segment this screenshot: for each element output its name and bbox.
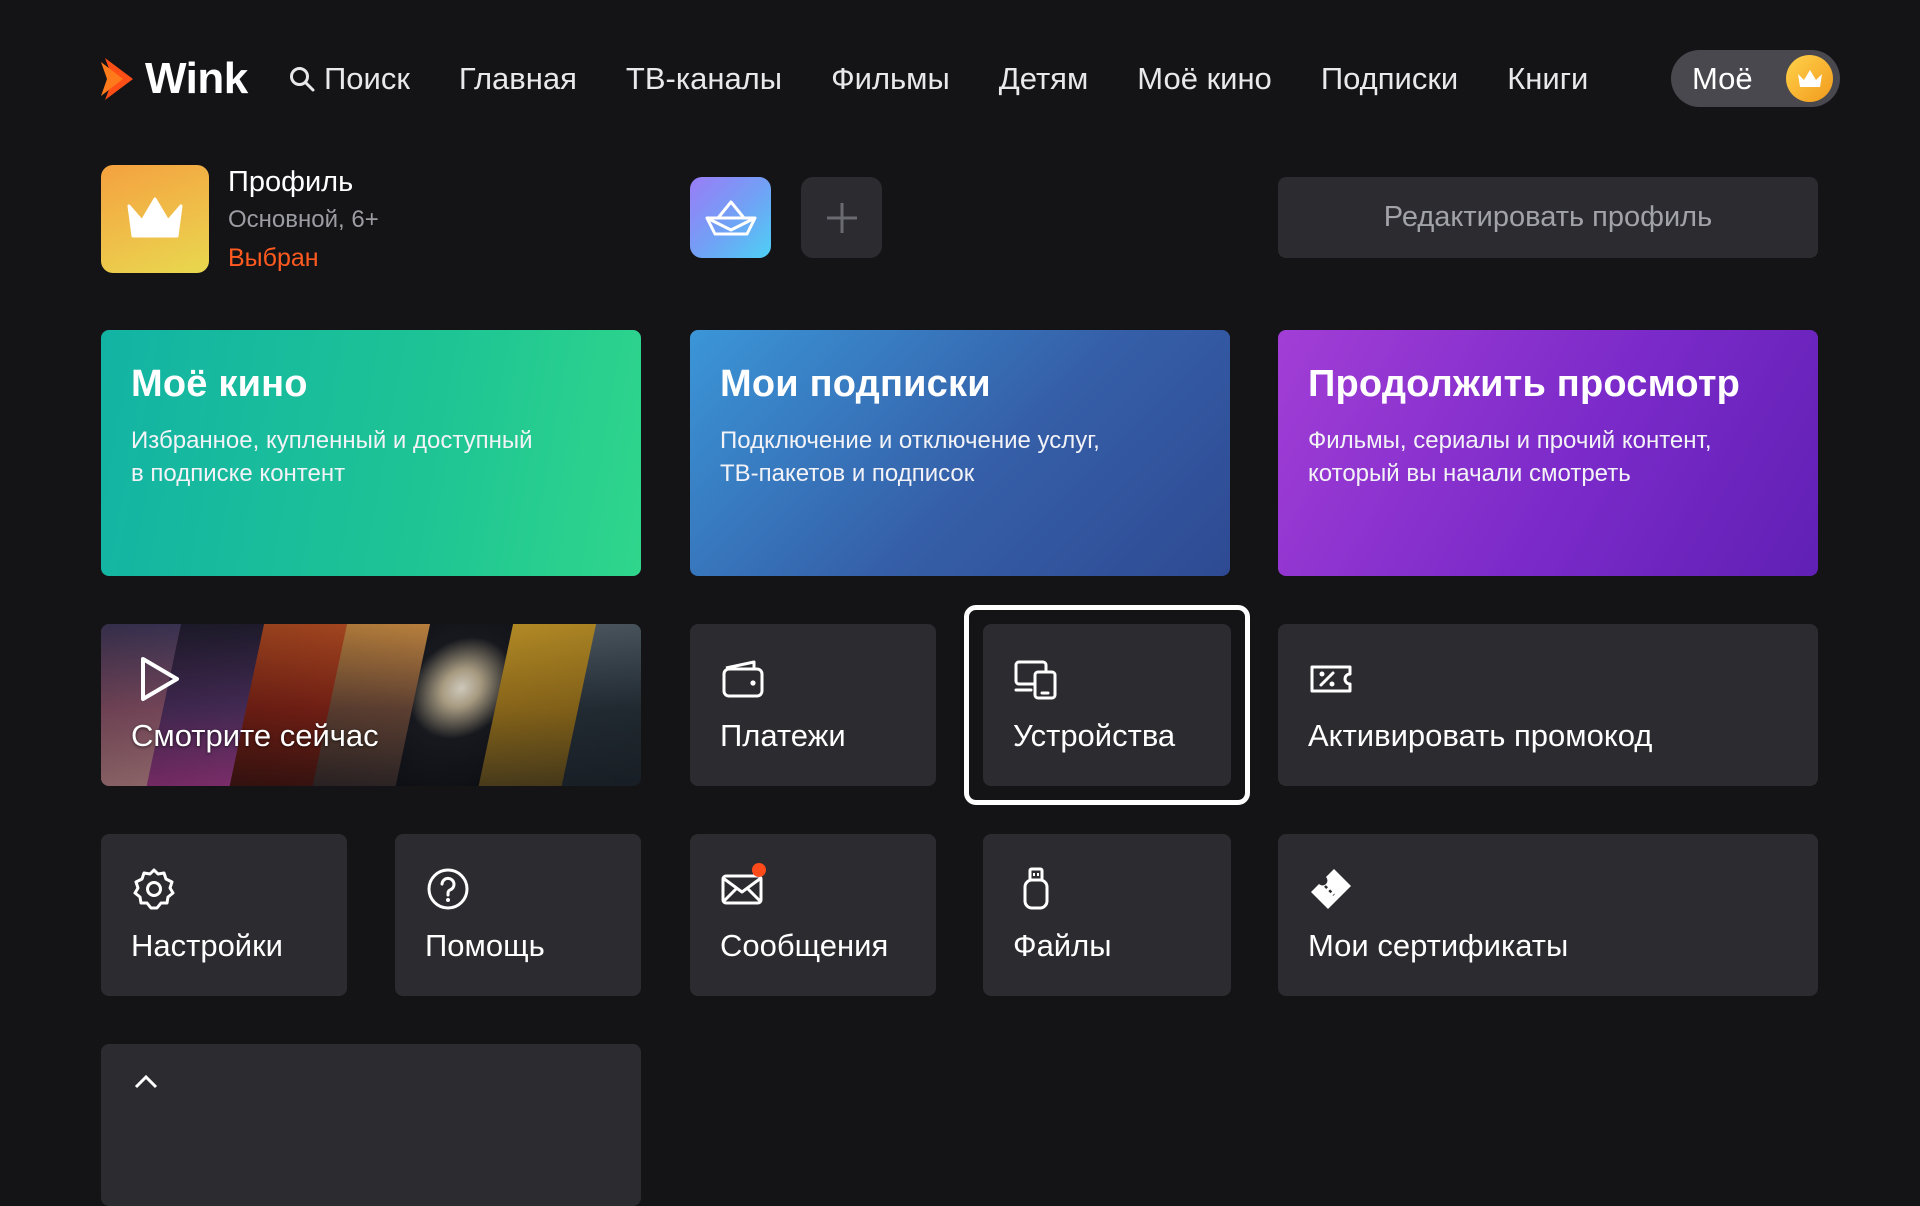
tile-label: Файлы [1013,928,1112,963]
card-description-line-1: Фильмы, сериалы и прочий контент, [1308,427,1712,454]
nav-item-movies[interactable]: Фильмы [831,61,950,97]
profile-status: Выбран [228,244,319,272]
tile-files[interactable]: Файлы [983,834,1231,996]
focus-highlight [964,605,1250,805]
tile-label: Сообщения [720,928,889,963]
poster-overlay [101,624,641,786]
question-icon [427,868,469,910]
tile-payments[interactable]: Платежи [690,624,936,786]
tile-label: Платежи [720,718,846,753]
profile-subtitle: Основной, 6+ [228,206,379,233]
chevron-up-icon [134,1074,158,1089]
card-title: Мои подписки [720,363,991,405]
card-description-line-2: который вы начали смотреть [1308,460,1631,487]
plus-icon [826,202,857,233]
add-profile-button[interactable] [801,177,882,258]
tile-label: Активировать промокод [1308,718,1653,753]
nav-item-home[interactable]: Главная [459,61,577,97]
usb-drive-icon [1023,867,1049,910]
edit-profile-button[interactable]: Редактировать профиль [1278,177,1818,258]
nav-item-books[interactable]: Книги [1507,61,1588,97]
tile-label: Настройки [131,928,284,963]
crown-icon [127,197,183,238]
nav-item-moe[interactable]: Моё [1671,50,1840,107]
nav-search-label: Поиск [324,61,410,96]
card-description-line-1: Подключение и отключение услуг, [720,427,1100,454]
search-icon [290,67,315,92]
main-nav: Поиск Главная ТВ-каналы Фильмы Детям Моё… [288,55,1588,103]
card-description-line-1: Избранное, купленный и доступный [131,427,533,454]
card-title: Продолжить просмотр [1308,363,1741,405]
moe-label: Моё [1692,60,1753,96]
promo-ticket-icon [1310,665,1352,693]
card-description-line-2: в подписке контент [131,460,346,487]
tile-help[interactable]: Помощь [395,834,641,996]
wink-logo-icon [101,58,133,100]
play-icon [141,657,179,701]
nav-item-tv-channels[interactable]: ТВ-каналы [626,61,782,97]
nav-item-my-movies[interactable]: Моё кино [1137,61,1272,97]
tile-partial[interactable] [101,1044,641,1206]
notification-dot [752,863,766,877]
card-description-line-2: ТВ-пакетов и подписок [720,460,975,487]
wallet-icon [722,660,764,698]
tile-messages[interactable]: Сообщения [690,834,936,996]
tile-watch-now[interactable]: Смотрите сейчас [101,624,641,786]
profile-avatar-boat[interactable] [690,177,771,258]
tile-label: Помощь [425,928,545,963]
certificate-icon [1311,869,1351,909]
logo-text: Wink [145,54,248,103]
card-title: Моё кино [131,363,308,405]
tile-my-certificates[interactable]: Мои сертификаты [1278,834,1818,996]
card-my-subscriptions[interactable]: Мои подписки Подключение и отключение ус… [690,330,1230,576]
nav-item-subscriptions[interactable]: Подписки [1321,61,1458,97]
nav-item-kids[interactable]: Детям [999,61,1089,97]
tile-label: Мои сертификаты [1308,928,1569,963]
wink-logo[interactable]: Wink [101,54,248,104]
profile-name: Профиль [228,166,354,198]
nav-search[interactable]: Поиск [288,61,410,97]
profile-avatar[interactable] [101,165,209,273]
tile-activate-promo[interactable]: Активировать промокод [1278,624,1818,786]
gear-icon [133,868,175,910]
card-my-movies[interactable]: Моё кино Избранное, купленный и доступны… [101,330,641,576]
card-continue-watching[interactable]: Продолжить просмотр Фильмы, сериалы и пр… [1278,330,1818,576]
tile-settings[interactable]: Настройки [101,834,347,996]
tile-label: Смотрите сейчас [131,718,379,753]
profile-crown-badge [1786,55,1833,102]
paper-boat-icon [705,200,756,235]
crown-icon [1797,69,1822,87]
